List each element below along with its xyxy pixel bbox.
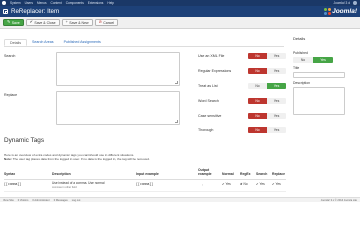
- joomla-brand: Joomla!: [323, 7, 357, 16]
- col-description: Description: [52, 172, 71, 176]
- toggle-no[interactable]: No: [248, 98, 267, 104]
- toggle-no[interactable]: No: [248, 68, 267, 74]
- user-icon[interactable]: [353, 1, 357, 5]
- cell-search: ✔ Yes: [256, 182, 265, 186]
- save-icon: ✎: [7, 19, 11, 24]
- option-label-thorough: Thorough: [198, 128, 214, 132]
- page-title: ReReplacer: Item: [11, 8, 60, 15]
- col-output-example: Output example: [198, 168, 212, 176]
- dynamic-tags-title: Dynamic Tags: [4, 137, 45, 144]
- cell-regex: ✘ No: [240, 182, 248, 186]
- col-search: Search: [256, 172, 268, 176]
- edit-icon: [3, 9, 8, 14]
- toggle-published[interactable]: No Yes: [293, 57, 333, 63]
- table-row: [[comma]] Use instead of a comma. Use no…: [4, 180, 286, 192]
- details-title: Details: [293, 36, 306, 41]
- tab-bar: Details Search Areas Published Assignmen…: [4, 39, 284, 47]
- option-label-case: Case sensitive: [198, 114, 222, 118]
- cancel-button[interactable]: ⊘ Cancel: [94, 19, 119, 26]
- save-new-button[interactable]: + Save & New: [61, 19, 93, 26]
- status-visitors: 0 Visitors: [17, 198, 29, 202]
- toggle-yes[interactable]: Yes: [267, 68, 286, 74]
- title-input[interactable]: [293, 72, 345, 78]
- col-syntax: Syntax: [4, 172, 16, 176]
- col-normal: Normal: [222, 172, 234, 176]
- tab-details[interactable]: Details: [4, 39, 27, 46]
- toggle-no[interactable]: No: [248, 127, 267, 133]
- brand-name: Joomla!: [332, 8, 357, 15]
- col-regex: RegEx: [240, 172, 251, 176]
- cell-output-example: ,: [202, 182, 203, 186]
- status-administrators: 0 Administrator: [32, 198, 50, 202]
- toggle-no[interactable]: No: [248, 113, 267, 119]
- cell-replace: ✔ Yes: [272, 182, 281, 186]
- description-textarea[interactable]: [293, 87, 345, 115]
- dynamic-tags-description: Here is an overview of extra codes and d…: [4, 153, 150, 161]
- toggle-use-xml-file[interactable]: No Yes: [248, 53, 286, 59]
- details-panel: Details Published No Yes Title Descripti…: [293, 36, 357, 115]
- toggle-thorough[interactable]: No Yes: [248, 127, 286, 133]
- check-icon: ✔: [29, 19, 33, 24]
- toggle-no[interactable]: No: [248, 53, 267, 59]
- table-header: Syntax Description Input example Output …: [4, 166, 286, 180]
- col-replace: Replace: [272, 172, 286, 176]
- toggle-yes[interactable]: Yes: [267, 98, 286, 104]
- col-input-example: Input example: [136, 172, 159, 176]
- toggle-treat-as-list[interactable]: No Yes: [248, 83, 286, 89]
- published-label: Published: [293, 51, 308, 55]
- toggle-regular-expressions[interactable]: No Yes: [248, 68, 286, 74]
- search-textarea[interactable]: [56, 52, 180, 86]
- toggle-yes[interactable]: Yes: [313, 57, 333, 63]
- option-label-list: Treat as List: [198, 84, 218, 88]
- toggle-word-search[interactable]: No Yes: [248, 98, 286, 104]
- toggle-yes[interactable]: Yes: [267, 53, 286, 59]
- cancel-icon: ⊘: [98, 19, 102, 24]
- joomla-flower-icon: [323, 8, 331, 15]
- option-label-xml: Use an XML File: [198, 54, 225, 58]
- status-view-site[interactable]: View Site: [3, 199, 14, 202]
- toggle-yes[interactable]: Yes: [267, 127, 286, 133]
- toggle-no[interactable]: No: [248, 83, 267, 89]
- title-label: Title: [293, 66, 300, 70]
- replace-textarea[interactable]: [56, 91, 180, 125]
- dynamic-tags-table: Syntax Description Input example Output …: [4, 166, 286, 192]
- description-label: Description: [293, 81, 310, 85]
- cell-input-example: [[comma]]: [136, 182, 154, 186]
- toggle-case-sensitive[interactable]: No Yes: [248, 113, 286, 119]
- cell-normal: ✔ Yes: [222, 182, 231, 186]
- site-link[interactable]: Joomla! 3 d: [334, 1, 350, 5]
- replace-label: Replace: [4, 93, 18, 97]
- tab-published-assignments[interactable]: Published Assignments: [59, 39, 106, 46]
- status-logout[interactable]: Log out: [72, 199, 81, 202]
- status-messages[interactable]: 0 Messages: [54, 199, 68, 202]
- copyright: Joomla! 3.x © 2014 Joomla site: [320, 199, 357, 202]
- toolbar: ✎ Save ✔ Save & Close + Save & New ⊘ Can…: [0, 17, 360, 29]
- resize-grip[interactable]: [175, 120, 178, 123]
- option-label-word: Word Search: [198, 99, 219, 103]
- cell-description-sub: commas in other field: [52, 186, 77, 189]
- status-bar: View Site 0 Visitors 0 Administrator 0 M…: [0, 197, 360, 202]
- toggle-yes[interactable]: Yes: [267, 113, 286, 119]
- toggle-yes[interactable]: Yes: [267, 83, 286, 89]
- plus-icon: +: [65, 19, 68, 24]
- save-button[interactable]: ✎ Save: [3, 19, 24, 26]
- option-label-regex: Regular Expressions: [198, 69, 232, 73]
- toggle-no[interactable]: No: [293, 57, 313, 63]
- tab-search-areas[interactable]: Search Areas: [27, 39, 59, 46]
- resize-grip[interactable]: [175, 81, 178, 84]
- save-close-button[interactable]: ✔ Save & Close: [25, 19, 60, 26]
- cell-syntax: [[comma]]: [4, 182, 22, 186]
- search-label: Search: [4, 54, 16, 58]
- cell-description: Use instead of a comma. Use normal: [52, 181, 105, 185]
- page-header: ReReplacer: Item Joomla!: [0, 6, 360, 17]
